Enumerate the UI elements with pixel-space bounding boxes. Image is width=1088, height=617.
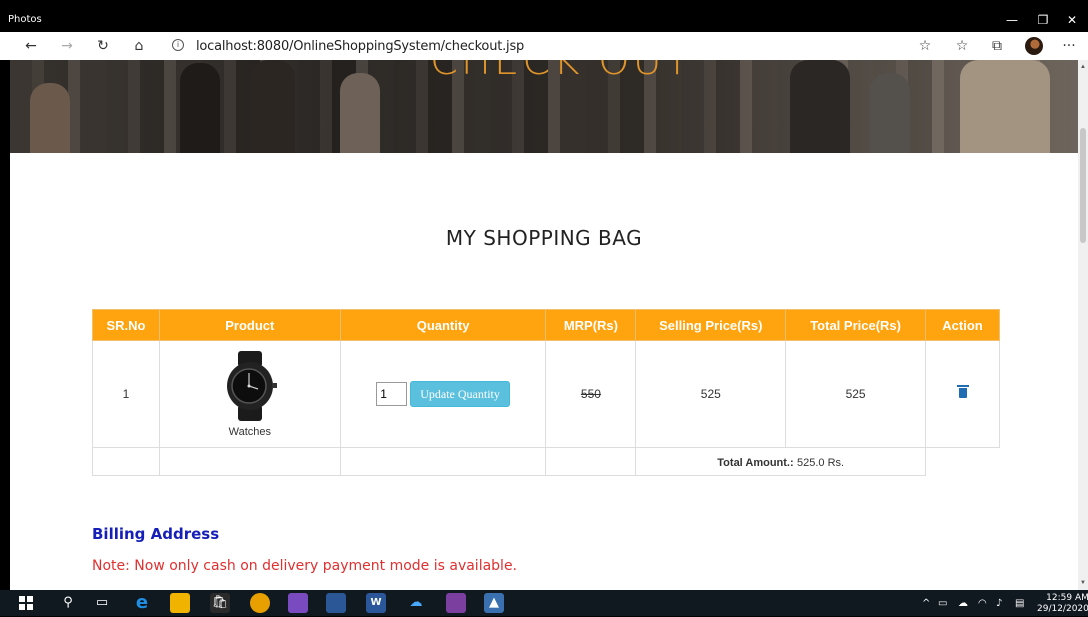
minimize-button[interactable]: — xyxy=(1000,12,1024,28)
home-icon[interactable]: ⌂ xyxy=(130,37,148,55)
scroll-down-arrow-icon[interactable]: ▼ xyxy=(1080,580,1086,586)
volume-icon[interactable]: ♪ xyxy=(996,598,1002,609)
total-amount-label: Total Amount.: xyxy=(717,456,794,469)
mannequin-figure xyxy=(340,73,380,153)
clock-time: 12:59 AM xyxy=(1046,593,1088,603)
column-header-mrp: MRP(Rs) xyxy=(545,309,637,341)
restore-button[interactable]: ❐ xyxy=(1031,12,1055,28)
product-image[interactable] xyxy=(220,350,280,421)
more-options-icon[interactable]: ··· xyxy=(1060,37,1078,55)
billing-address-heading: Billing Address xyxy=(92,525,220,543)
page-title: MY SHOPPING BAG xyxy=(445,226,643,250)
table-row: 1 Watches 1 Update Quantity 550 525 525 xyxy=(92,340,1000,448)
total-amount-cell: Total Amount.: 525.0 Rs. xyxy=(635,447,927,476)
column-header-sr-no: SR.No xyxy=(92,309,160,341)
windows-taskbar: ⚲ ▭ e 🛍 W ☁ ▲ ^ ▭ ☁ ◠ ♪ ▤ 12:59 AM 29/12… xyxy=(0,590,1088,616)
selling-price-cell: 525 xyxy=(635,340,787,448)
mannequin-figure xyxy=(250,60,295,153)
empty-cell xyxy=(339,447,547,476)
mannequin-figure xyxy=(870,73,910,153)
page-viewport: CHECK OUT MY SHOPPING BAG SR.No Product … xyxy=(10,60,1078,590)
wifi-icon[interactable]: ◠ xyxy=(978,598,987,609)
vscode-icon[interactable] xyxy=(326,593,346,613)
mannequin-figure xyxy=(180,63,220,153)
checkout-banner: CHECK OUT xyxy=(10,60,1078,153)
payment-note: Note: Now only cash on delivery payment … xyxy=(92,558,518,574)
onedrive-tray-icon[interactable]: ☁ xyxy=(958,598,968,609)
column-header-product: Product xyxy=(158,309,341,341)
search-icon[interactable]: ⚲ xyxy=(58,593,78,613)
table-header-row: SR.No Product Quantity MRP(Rs) Selling P… xyxy=(92,309,1000,341)
product-name: Watches xyxy=(228,425,271,438)
word-icon[interactable]: W xyxy=(366,593,386,613)
mrp-cell: 550 xyxy=(545,340,637,448)
quantity-cell: Update Quantity xyxy=(339,340,547,448)
system-clock[interactable]: 12:59 AM 29/12/2020 xyxy=(1037,593,1088,615)
column-header-action: Action xyxy=(925,309,1000,341)
update-quantity-button[interactable]: Update Quantity xyxy=(410,381,510,407)
task-view-icon[interactable]: ▭ xyxy=(92,593,112,613)
action-cell xyxy=(925,340,1000,448)
notification-icon[interactable]: ▤ xyxy=(1015,598,1024,609)
mannequin-figure xyxy=(30,83,70,153)
edge-icon[interactable]: e xyxy=(132,593,152,613)
mannequin-figure xyxy=(790,60,850,153)
mannequin-figure xyxy=(960,60,1050,153)
app-icon[interactable] xyxy=(446,593,466,613)
empty-cell xyxy=(926,448,1000,476)
refresh-icon[interactable]: ↻ xyxy=(94,37,112,55)
scrollbar-thumb[interactable] xyxy=(1080,128,1086,243)
favorite-star-icon[interactable]: ☆ xyxy=(916,37,934,55)
favorites-list-icon[interactable]: ☆ xyxy=(953,37,971,55)
back-icon[interactable]: ← xyxy=(22,37,40,55)
total-amount-value: 525.0 Rs. xyxy=(797,456,845,469)
page-scrollbar[interactable] xyxy=(1078,60,1088,590)
forward-icon[interactable]: → xyxy=(58,37,76,55)
show-hidden-icons-icon[interactable]: ^ xyxy=(922,598,930,609)
app-icon[interactable] xyxy=(288,593,308,613)
onedrive-icon[interactable]: ☁ xyxy=(406,593,426,613)
sr-no-cell: 1 xyxy=(92,340,160,448)
browser-toolbar: ← → ↻ ⌂ i localhost:8080/OnlineShoppingS… xyxy=(0,32,1088,60)
quantity-input[interactable] xyxy=(376,382,408,406)
empty-cell xyxy=(545,447,637,476)
shopping-bag-table: SR.No Product Quantity MRP(Rs) Selling P… xyxy=(92,309,1000,476)
close-button[interactable]: ✕ xyxy=(1060,12,1084,28)
empty-cell xyxy=(92,447,160,476)
site-info-icon[interactable]: i xyxy=(172,39,184,51)
photos-icon[interactable]: ▲ xyxy=(484,593,504,613)
clock-date: 29/12/2020 xyxy=(1037,604,1088,614)
banner-title: CHECK OUT xyxy=(430,60,693,84)
mrp-value: 550 xyxy=(580,387,601,401)
battery-icon[interactable]: ▭ xyxy=(938,598,947,609)
address-bar[interactable]: localhost:8080/OnlineShoppingSystem/chec… xyxy=(196,39,524,54)
collections-icon[interactable]: ⧉ xyxy=(988,37,1006,55)
scroll-up-arrow-icon[interactable]: ▲ xyxy=(1080,64,1086,70)
column-header-selling-price: Selling Price(Rs) xyxy=(635,309,787,341)
total-price-cell: 525 xyxy=(785,340,927,448)
column-header-quantity: Quantity xyxy=(339,309,547,341)
chrome-icon[interactable] xyxy=(250,593,270,613)
product-cell: Watches xyxy=(158,340,341,448)
file-explorer-icon[interactable] xyxy=(170,593,190,613)
trash-icon[interactable] xyxy=(956,385,969,398)
window-title-bar: Photos — ❐ ✕ xyxy=(0,0,1088,32)
start-icon[interactable] xyxy=(16,593,36,613)
profile-avatar[interactable] xyxy=(1025,37,1043,55)
store-icon[interactable]: 🛍 xyxy=(210,593,230,613)
empty-cell xyxy=(158,447,341,476)
column-header-total-price: Total Price(Rs) xyxy=(785,309,927,341)
total-row: Total Amount.: 525.0 Rs. xyxy=(92,447,1000,476)
app-title: Photos xyxy=(8,14,42,25)
